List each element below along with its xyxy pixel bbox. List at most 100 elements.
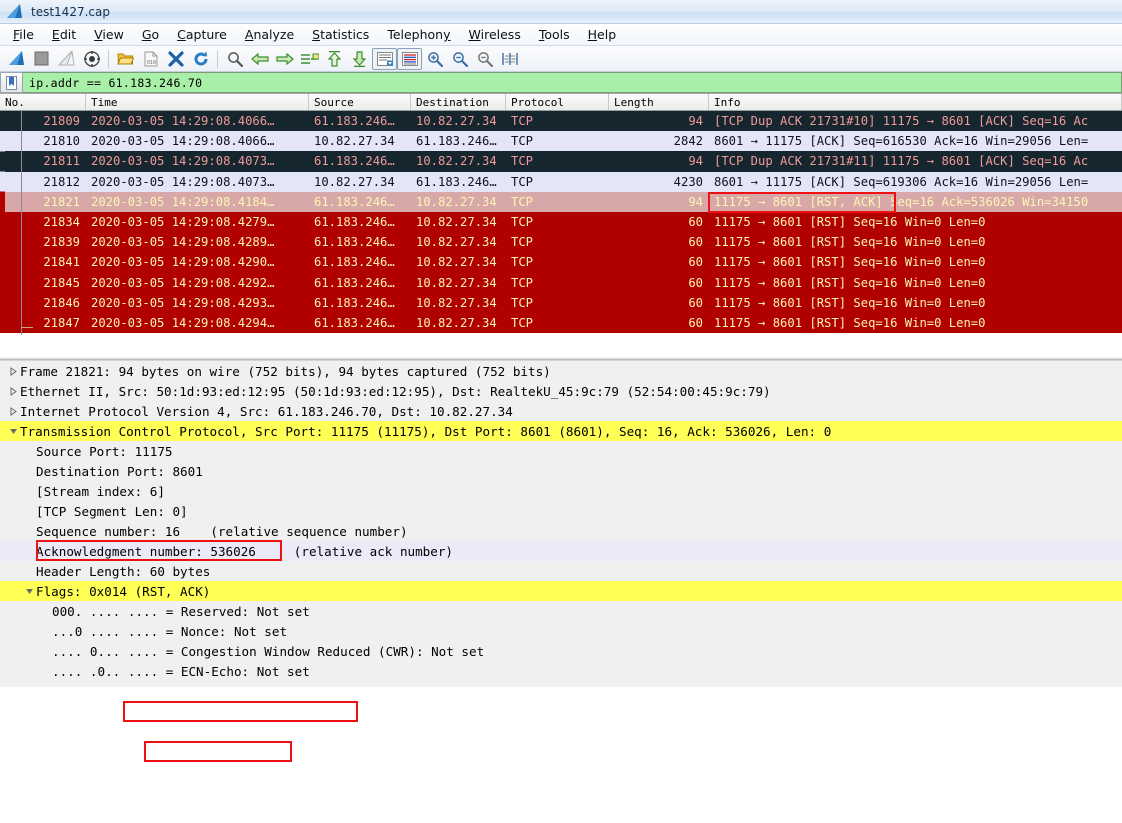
detail-tree-row[interactable]: Acknowledgment number: 536026 (relative …: [0, 541, 1122, 561]
detail-tree-label: [Stream index: 6]: [36, 483, 165, 499]
packet-detail-pane: Frame 21821: 94 bytes on wire (752 bits)…: [0, 361, 1122, 687]
packet-cell-no: 21846: [43, 295, 80, 310]
column-header-info[interactable]: Info: [709, 94, 1122, 110]
packet-cell-source: 61.183.246…: [314, 194, 395, 209]
column-header-length[interactable]: Length: [609, 94, 709, 110]
toolbar-separator: [217, 49, 218, 68]
packet-cell-no: 21834: [43, 215, 80, 230]
packet-row[interactable]: 21846 2020-03-05 14:29:08.4293… 61.183.246…: [0, 292, 1122, 313]
packet-row[interactable]: 21841 2020-03-05 14:29:08.4290… 61.183.246…: [0, 252, 1122, 273]
detail-tree-label: .... 0... .... = Congestion Window Reduc…: [52, 643, 485, 659]
detail-tree-row[interactable]: .... .0.. .... = ECN-Echo: Not set: [0, 661, 1122, 681]
detail-tree-label: Transmission Control Protocol, Src Port:…: [20, 423, 832, 439]
open-file-icon[interactable]: [113, 48, 138, 70]
detail-tree-row[interactable]: [TCP Segment Len: 0]: [0, 501, 1122, 521]
detail-tree-row[interactable]: ...0 .... .... = Nonce: Not set: [0, 621, 1122, 641]
menu-statistics[interactable]: Statistics: [303, 25, 378, 44]
detail-tree-row[interactable]: [Stream index: 6]: [0, 481, 1122, 501]
menu-telephony[interactable]: Telephony: [378, 25, 459, 44]
column-header-time[interactable]: Time: [86, 94, 309, 110]
save-file-icon[interactable]: 010: [138, 48, 163, 70]
column-header-source[interactable]: Source: [309, 94, 411, 110]
packet-cell-length: 4230: [673, 174, 703, 189]
stop-capture-icon[interactable]: [29, 48, 54, 70]
zoom-in-icon[interactable]: [422, 48, 447, 70]
detail-tree-row[interactable]: Source Port: 11175: [0, 441, 1122, 461]
detail-tree-row[interactable]: Transmission Control Protocol, Src Port:…: [0, 421, 1122, 441]
display-filter-input[interactable]: ip.addr == 61.183.246.70: [22, 72, 1122, 93]
packet-cell-info: 11175 → 8601 [RST, ACK] Seq=16 Ack=53602…: [714, 194, 1089, 209]
auto-scroll-icon[interactable]: [372, 47, 397, 70]
highlight-acknowledgment-flag: [123, 701, 358, 722]
capture-options-icon[interactable]: [79, 48, 104, 70]
chevron-down-icon[interactable]: [23, 588, 36, 595]
detail-tree-row[interactable]: Destination Port: 8601: [0, 461, 1122, 481]
packet-row[interactable]: 21834 2020-03-05 14:29:08.4279… 61.183.246…: [0, 211, 1122, 233]
packet-cell-source: 61.183.246…: [314, 154, 395, 169]
detail-tree-row[interactable]: Frame 21821: 94 bytes on wire (752 bits)…: [0, 361, 1122, 381]
packet-cell-length: 60: [688, 215, 703, 230]
packet-cell-time: 2020-03-05 14:29:08.4290…: [91, 255, 275, 270]
detail-tree-row[interactable]: .... 0... .... = Congestion Window Reduc…: [0, 641, 1122, 661]
detail-tree-row[interactable]: Flags: 0x014 (RST, ACK): [0, 581, 1122, 601]
restart-capture-icon[interactable]: [54, 48, 79, 70]
packet-cell-info: [TCP Dup ACK 21731#10] 11175 → 8601 [ACK…: [714, 114, 1089, 129]
zoom-reset-icon[interactable]: [472, 48, 497, 70]
go-to-first-packet-icon[interactable]: [322, 48, 347, 70]
menu-file[interactable]: File: [4, 25, 43, 44]
chevron-right-icon[interactable]: [7, 366, 20, 376]
packet-row[interactable]: 21811 2020-03-05 14:29:08.4073… 61.183.246…: [0, 151, 1122, 172]
menu-help[interactable]: Help: [579, 25, 626, 44]
packet-row[interactable]: 21839 2020-03-05 14:29:08.4289… 61.183.246…: [0, 232, 1122, 253]
packet-cell-protocol: TCP: [511, 134, 534, 149]
svg-text:010: 010: [147, 60, 156, 66]
packet-row[interactable]: 21810 2020-03-05 14:29:08.4066… 10.82.27.3…: [0, 131, 1122, 152]
column-header-destination[interactable]: Destination: [411, 94, 506, 110]
zoom-out-icon[interactable]: [447, 48, 472, 70]
packet-cell-protocol: TCP: [511, 194, 534, 209]
menu-go[interactable]: Go: [133, 25, 168, 44]
chevron-right-icon[interactable]: [7, 386, 20, 396]
colorize-packets-icon[interactable]: [397, 47, 422, 70]
reload-file-icon[interactable]: [188, 48, 213, 70]
packet-cell-time: 2020-03-05 14:29:08.4293…: [91, 295, 275, 310]
go-to-last-packet-icon[interactable]: [347, 48, 372, 70]
packet-row[interactable]: 21821 2020-03-05 14:29:08.4184… 61.183.246…: [0, 191, 1122, 212]
packet-cell-info: [TCP Dup ACK 21731#11] 11175 → 8601 [ACK…: [714, 154, 1089, 169]
detail-tree-row[interactable]: Sequence number: 16 (relative sequence n…: [0, 521, 1122, 541]
menu-capture[interactable]: Capture: [168, 25, 236, 44]
column-header-no[interactable]: No.: [0, 94, 86, 110]
packet-cell-source: 61.183.246…: [314, 235, 395, 250]
packet-row[interactable]: 21847 2020-03-05 14:29:08.4294… 61.183.246…: [0, 312, 1122, 334]
packet-cell-destination: 10.82.27.34: [416, 275, 497, 290]
detail-tree-row[interactable]: Header Length: 60 bytes: [0, 561, 1122, 581]
column-header-protocol[interactable]: Protocol: [506, 94, 609, 110]
detail-tree-row[interactable]: Ethernet II, Src: 50:1d:93:ed:12:95 (50:…: [0, 381, 1122, 401]
packet-row[interactable]: 21809 2020-03-05 14:29:08.4066… 61.183.246…: [0, 111, 1122, 132]
window-titlebar: test1427.cap: [0, 0, 1122, 24]
menu-edit[interactable]: Edit: [43, 25, 85, 44]
chevron-right-icon[interactable]: [7, 406, 20, 416]
chevron-down-icon[interactable]: [7, 428, 20, 435]
go-forward-icon[interactable]: [272, 48, 297, 70]
packet-cell-source: 61.183.246…: [314, 114, 395, 129]
go-to-packet-icon[interactable]: [297, 48, 322, 70]
go-back-icon[interactable]: [247, 48, 272, 70]
menu-view[interactable]: View: [85, 25, 133, 44]
start-capture-icon[interactable]: [4, 48, 29, 70]
menu-tools[interactable]: Tools: [530, 25, 579, 44]
resize-columns-icon[interactable]: [497, 48, 522, 70]
menu-wireless[interactable]: Wireless: [460, 25, 530, 44]
packet-row[interactable]: 21812 2020-03-05 14:29:08.4073… 10.82.27.3…: [0, 171, 1122, 192]
packet-row[interactable]: 21845 2020-03-05 14:29:08.4292… 61.183.246…: [0, 272, 1122, 293]
packet-cell-length: 60: [688, 255, 703, 270]
close-file-icon[interactable]: [163, 48, 188, 70]
detail-tree-row[interactable]: 000. .... .... = Reserved: Not set: [0, 601, 1122, 621]
detail-tree-row[interactable]: Internet Protocol Version 4, Src: 61.183…: [0, 401, 1122, 421]
packet-cell-time: 2020-03-05 14:29:08.4184…: [91, 194, 275, 209]
detail-tree-row[interactable]: .... ..0. .... = Urgent: Not set: [0, 681, 1122, 688]
menu-analyze[interactable]: Analyze: [236, 25, 303, 44]
filter-bookmark-icon[interactable]: [0, 72, 22, 93]
find-packet-icon[interactable]: [222, 48, 247, 70]
packet-list-left-stripe: [0, 111, 5, 334]
